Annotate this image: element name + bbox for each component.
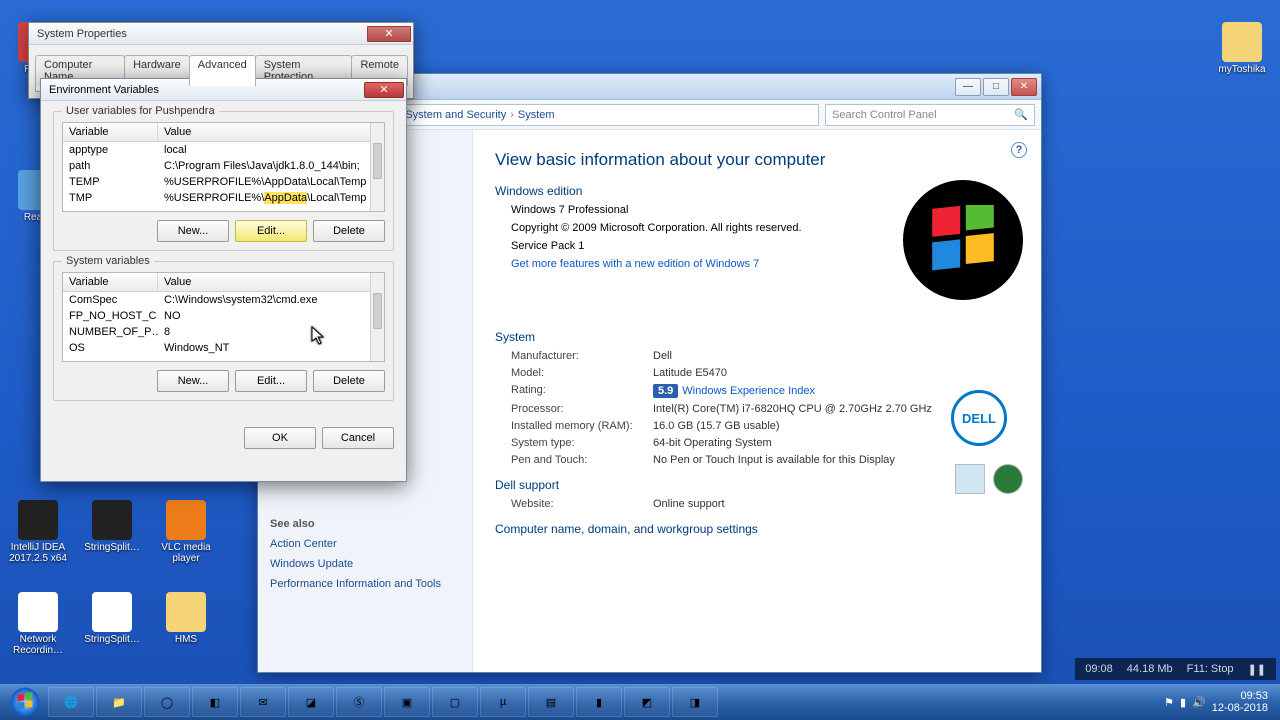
close-button[interactable]: ✕ (1011, 78, 1037, 96)
desktop-icon[interactable]: StringSplit… (80, 592, 144, 645)
sidebar-link-windows-update[interactable]: Windows Update (270, 558, 460, 570)
taskbar-ie-icon[interactable]: 🌐 (48, 687, 94, 717)
system-tray[interactable]: ⚑ ▮ 🔊 09:53 12-08-2018 (1164, 690, 1276, 714)
search-input[interactable]: Search Control Panel 🔍 (825, 104, 1035, 126)
online-support-link[interactable]: Online support (653, 498, 725, 510)
list-item: pathC:\Program Files\Java\jdk1.8.0_144\b… (63, 158, 384, 174)
delete-button[interactable]: Delete (313, 220, 385, 242)
tray-flag-icon[interactable]: ⚑ (1164, 696, 1174, 709)
sidebar-link-action-center[interactable]: Action Center (270, 538, 460, 550)
desktop-icon-vlc[interactable]: VLC media player (154, 500, 218, 564)
taskbar-app[interactable]: ◩ (624, 687, 670, 717)
dialog-title: System Properties (37, 28, 127, 40)
taskbar-app[interactable]: ▣ (384, 687, 430, 717)
list-item: TMP%USERPROFILE%\AppData\Local\Temp (63, 190, 384, 206)
page-title: View basic information about your comput… (495, 150, 1019, 170)
see-also-header: See also (270, 518, 460, 530)
sidebar-link-perf-info[interactable]: Performance Information and Tools (270, 578, 460, 590)
desktop-icon-mytoshika[interactable]: myToshika (1210, 22, 1274, 75)
list-item: TEMP%USERPROFILE%\AppData\Local\Temp (63, 174, 384, 190)
list-item: NUMBER_OF_P…8 (63, 324, 384, 340)
pause-icon[interactable]: ❚❚ (1248, 663, 1266, 676)
system-main: ? View basic information about your comp… (473, 130, 1041, 672)
environment-variables-dialog: Environment Variables ✕ User variables f… (40, 78, 407, 482)
taskbar-app[interactable]: ◧ (192, 687, 238, 717)
rec-time: 09:08 (1085, 663, 1113, 675)
maximize-button[interactable]: □ (983, 78, 1009, 96)
rec-stop[interactable]: F11: Stop (1187, 663, 1234, 675)
experience-index-link[interactable]: Windows Experience Index (682, 385, 815, 397)
search-icon: 🔍 (1014, 108, 1028, 121)
taskbar-explorer-icon[interactable]: 📁 (96, 687, 142, 717)
minimize-button[interactable]: — (955, 78, 981, 96)
taskbar-utorrent-icon[interactable]: µ (480, 687, 526, 717)
close-button[interactable]: ✕ (367, 26, 411, 42)
taskbar-outlook-icon[interactable]: ✉ (240, 687, 286, 717)
system-variables-group: System variables VariableValue ComSpecC:… (53, 261, 394, 401)
cancel-button[interactable]: Cancel (322, 427, 394, 449)
new-button[interactable]: New... (157, 220, 229, 242)
rec-size: 44.18 Mb (1127, 663, 1173, 675)
clock[interactable]: 09:53 12-08-2018 (1212, 690, 1268, 714)
new-button[interactable]: New... (157, 370, 229, 392)
energy-badges (955, 464, 1023, 494)
list-item: OSWindows_NT (63, 340, 384, 356)
desktop-icon[interactable]: HMS (154, 592, 218, 645)
system-variables-list[interactable]: VariableValue ComSpecC:\Windows\system32… (62, 272, 385, 362)
taskbar-app[interactable]: ◨ (672, 687, 718, 717)
desktop-icon[interactable]: Network Recordin… (6, 592, 70, 656)
taskbar-skype-icon[interactable]: Ⓢ (336, 687, 382, 717)
dialog-title: Environment Variables (49, 84, 159, 96)
list-item: apptypelocal (63, 142, 384, 158)
tray-volume-icon[interactable]: 🔊 (1192, 696, 1206, 709)
taskbar-app[interactable]: ◪ (288, 687, 334, 717)
start-button[interactable] (4, 687, 46, 717)
recorder-bar: 09:08 44.18 Mb F11: Stop ❚❚ (1075, 658, 1276, 680)
close-button[interactable]: ✕ (364, 82, 404, 98)
scrollbar[interactable] (370, 123, 384, 211)
desktop-icon-intellij[interactable]: IntelliJ IDEA 2017.2.5 x64 (6, 500, 70, 564)
user-variables-group: User variables for Pushpendra VariableVa… (53, 111, 394, 251)
windows-logo-icon (903, 180, 1023, 300)
help-icon[interactable]: ? (1011, 142, 1027, 158)
tray-network-icon[interactable]: ▮ (1180, 696, 1186, 709)
taskbar-cmd-icon[interactable]: ▮ (576, 687, 622, 717)
dell-logo-icon: DELL (951, 390, 1007, 446)
delete-button[interactable]: Delete (313, 370, 385, 392)
list-item: FP_NO_HOST_C…NO (63, 308, 384, 324)
edit-button[interactable]: Edit... (235, 370, 307, 392)
tab-advanced[interactable]: Advanced (189, 55, 256, 86)
taskbar-chrome-icon[interactable]: ◯ (144, 687, 190, 717)
taskbar-app[interactable]: ▤ (528, 687, 574, 717)
list-item: ComSpecC:\Windows\system32\cmd.exe (63, 292, 384, 308)
desktop-icon[interactable]: StringSplit… (80, 500, 144, 553)
edit-button[interactable]: Edit... (235, 220, 307, 242)
taskbar: 🌐 📁 ◯ ◧ ✉ ◪ Ⓢ ▣ ▢ µ ▤ ▮ ◩ ◨ ⚑ ▮ 🔊 09:53 … (0, 684, 1280, 720)
scrollbar[interactable] (370, 273, 384, 361)
ok-button[interactable]: OK (244, 427, 316, 449)
user-variables-list[interactable]: VariableValue apptypelocal pathC:\Progra… (62, 122, 385, 212)
taskbar-app[interactable]: ▢ (432, 687, 478, 717)
